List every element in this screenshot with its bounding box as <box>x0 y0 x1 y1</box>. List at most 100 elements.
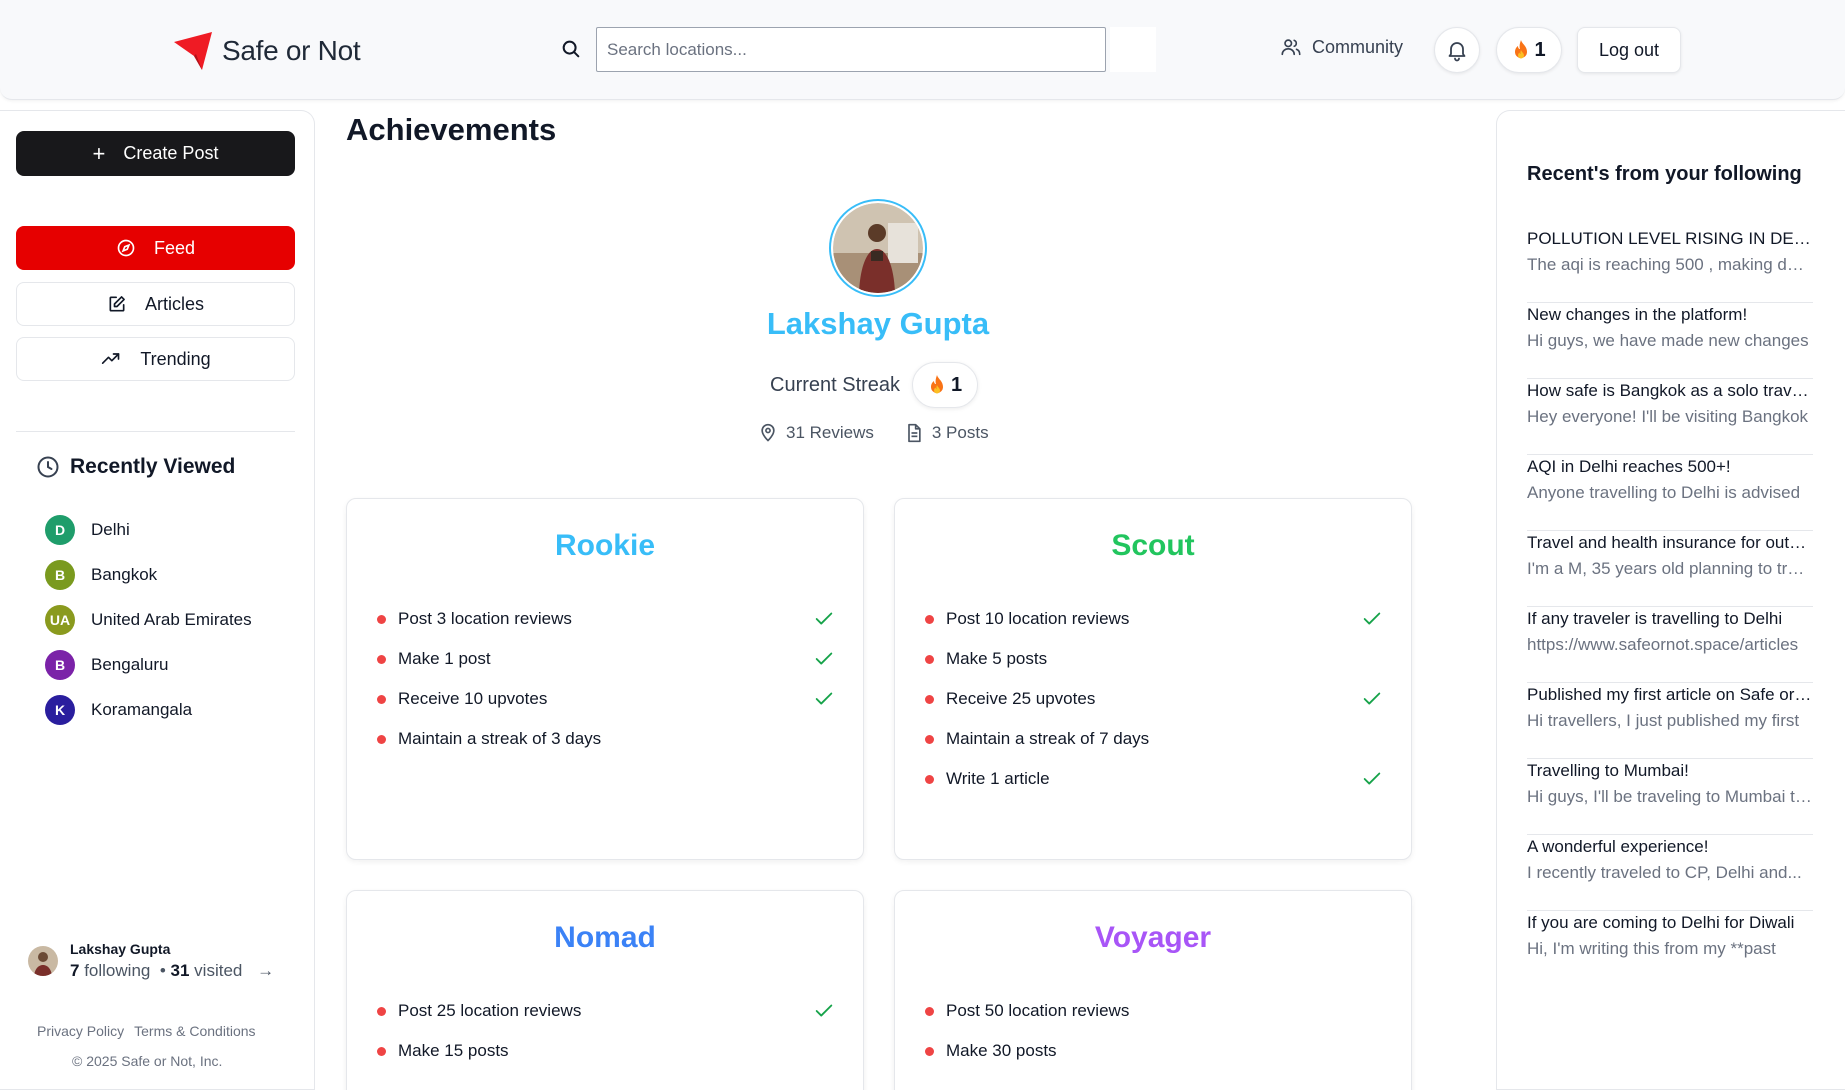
logout-button[interactable]: Log out <box>1577 27 1681 73</box>
left-sidebar: + Create Post Feed Articles Trending Rec… <box>0 110 315 1090</box>
card-title: Scout <box>1111 529 1195 562</box>
feed-item[interactable]: If you are coming to Delhi for Diwali Hi,… <box>1527 911 1813 987</box>
nav-trending-label: Trending <box>140 348 211 369</box>
requirement-item: Make 5 posts <box>925 639 1383 679</box>
trending-up-icon <box>102 353 120 364</box>
location-name: Koramangala <box>91 699 193 719</box>
fire-icon <box>1515 40 1528 59</box>
plus-icon: + <box>92 140 106 166</box>
card-title: Rookie <box>554 529 656 562</box>
streak-count: 1 <box>1534 38 1546 61</box>
following-feed-list: POLLUTION LEVEL RISING IN DELHI The aqi i… <box>1527 227 1813 987</box>
fire-icon <box>931 375 943 394</box>
community-link[interactable]: Community <box>1280 36 1403 58</box>
requirement-item: Post 10 location reviews <box>925 599 1383 639</box>
recent-location-item[interactable]: B Bengaluru <box>45 642 252 687</box>
requirement-item: Post 50 location reviews <box>925 991 1383 1031</box>
search-input[interactable] <box>596 27 1106 72</box>
feed-item[interactable]: Published my first article on Safe or No… <box>1527 683 1813 759</box>
check-icon <box>815 692 833 705</box>
nav-trending[interactable]: Trending <box>16 337 295 381</box>
achievement-card-nomad: Nomad Post 25 location reviews Make 15 p… <box>346 890 864 1090</box>
requirement-item: Make 30 posts <box>925 1031 1383 1071</box>
streak-badge: 1 <box>912 362 979 408</box>
streak-label: Current Streak <box>770 373 901 396</box>
page-title: Achievements <box>346 112 557 147</box>
privacy-policy-link[interactable]: Privacy Policy <box>37 1023 124 1039</box>
location-avatar: K <box>45 694 75 725</box>
check-icon <box>815 612 833 625</box>
user-avatar <box>28 946 58 976</box>
feed-item[interactable]: Travelling to Mumbai! Hi guys, I'll be tr… <box>1527 759 1813 835</box>
feed-item[interactable]: New changes in the platform! Hi guys, we … <box>1527 303 1813 379</box>
feed-item[interactable]: A wonderful experience! I recently travel… <box>1527 835 1813 911</box>
search-submit-area[interactable] <box>1110 27 1156 72</box>
notifications-button[interactable] <box>1434 27 1480 73</box>
following-feed-title: Recent's from your following <box>1527 163 1802 185</box>
following-label: following <box>84 961 151 980</box>
location-avatar: UA <box>45 604 75 635</box>
achievement-card-voyager: Voyager Post 50 location reviews Make 30… <box>894 890 1412 1090</box>
feed-item[interactable]: AQI in Delhi reaches 500+! Anyone travell… <box>1527 455 1813 531</box>
map-pin-icon <box>761 423 775 442</box>
user-stats: 7 following • 31 visited → <box>70 961 275 980</box>
nav-articles[interactable]: Articles <box>16 282 295 326</box>
create-post-label: Create Post <box>123 143 219 163</box>
requirement-item: Make 15 posts <box>377 1031 835 1071</box>
feed-item[interactable]: POLLUTION LEVEL RISING IN DELHI The aqi i… <box>1527 227 1813 303</box>
requirement-item: Maintain a streak of 3 days <box>377 719 835 759</box>
requirement-item: Receive 25 upvotes <box>925 679 1383 719</box>
logo-text: Safe or Not <box>222 35 361 66</box>
following-count: 7 <box>70 961 80 980</box>
feed-item[interactable]: If any traveler is travelling to Delhi ht… <box>1527 607 1813 683</box>
check-icon <box>815 652 833 665</box>
profile-stats: 31 Reviews 3 Posts <box>758 423 989 443</box>
check-icon <box>1363 692 1381 705</box>
profile-name: Lakshay Gupta <box>766 306 990 341</box>
recent-location-item[interactable]: B Bangkok <box>45 552 252 597</box>
requirement-item: Write 1 article <box>925 759 1383 799</box>
user-name: Lakshay Gupta <box>70 941 171 957</box>
recently-viewed-heading: Recently Viewed <box>36 455 235 479</box>
community-label: Community <box>1312 36 1404 57</box>
feed-item[interactable]: How safe is Bangkok as a solo traveler? H… <box>1527 379 1813 455</box>
search-icon[interactable] <box>560 38 582 60</box>
arrow-right-icon: → <box>257 961 275 980</box>
recent-location-item[interactable]: UA United Arab Emirates <box>45 597 252 642</box>
streak-button[interactable]: 1 <box>1496 27 1562 73</box>
card-title: Voyager <box>1094 921 1212 954</box>
location-name: Delhi <box>91 519 130 539</box>
compass-icon <box>117 239 135 257</box>
visited-label: visited <box>194 961 243 980</box>
nav-feed-label: Feed <box>153 237 196 258</box>
achievement-card-rookie: Rookie Post 3 location reviews Make 1 po… <box>346 498 864 860</box>
users-icon <box>1281 39 1301 56</box>
requirement-item: Post 3 location reviews <box>377 599 835 639</box>
card-title: Nomad <box>554 921 656 954</box>
recent-location-item[interactable]: K Koramangala <box>45 687 252 732</box>
bell-icon <box>1448 42 1466 62</box>
location-avatar: D <box>45 514 75 545</box>
right-sidebar: Recent's from your following POLLUTION L… <box>1496 110 1845 1090</box>
create-post-button[interactable]: + Create Post <box>16 131 295 176</box>
location-avatar: B <box>45 649 75 680</box>
requirement-item: Maintain a streak of 7 days <box>925 719 1383 759</box>
nav-feed[interactable]: Feed <box>16 226 295 270</box>
achievement-card-scout: Scout Post 10 location reviews Make 5 po… <box>894 498 1412 860</box>
footer-links: Privacy Policy Terms & Conditions <box>37 1023 256 1039</box>
user-summary[interactable]: Lakshay Gupta 7 following • 31 visited → <box>28 941 274 981</box>
streak-badge-count: 1 <box>951 373 963 396</box>
check-icon <box>1363 772 1381 785</box>
posts-count: 3 Posts <box>931 423 989 442</box>
edit-icon <box>109 296 125 312</box>
feed-item[interactable]: Travel and health insurance for outbound… <box>1527 531 1813 607</box>
visited-count: 31 <box>170 961 190 980</box>
requirement-item: Make 1 post <box>377 639 835 679</box>
posts-stat: 3 Posts <box>904 423 989 443</box>
logo[interactable]: Safe or Not <box>172 30 361 72</box>
requirement-item: Post 25 location reviews <box>377 991 835 1031</box>
terms-link[interactable]: Terms & Conditions <box>134 1023 255 1039</box>
recent-location-item[interactable]: D Delhi <box>45 507 252 552</box>
nav-articles-label: Articles <box>144 293 204 314</box>
recently-viewed-title: Recently Viewed <box>70 455 236 478</box>
